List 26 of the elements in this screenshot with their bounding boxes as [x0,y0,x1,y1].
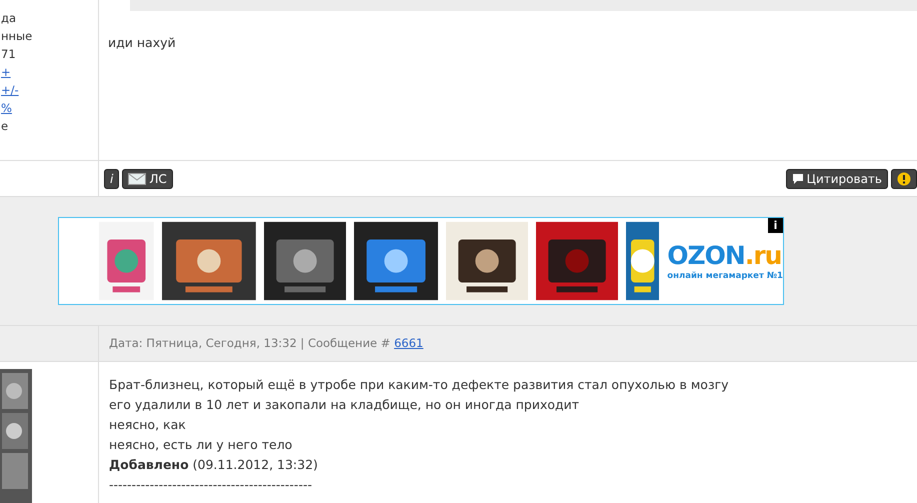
post-number-link[interactable]: 6661 [394,336,424,350]
envelope-icon [128,172,146,184]
profile-text: е [1,119,8,133]
speech-bubble-icon [792,172,804,184]
post-text: иди нахуй [108,35,177,50]
profile-text: да [1,11,16,25]
post-line: неясно, есть ли у него тело [109,437,294,452]
separator-line: --------------------------------------------- [109,477,313,492]
logo-text: OZON.ru [667,241,782,271]
profile-link[interactable]: + [1,65,11,79]
ad-info-badge[interactable]: i [768,218,783,233]
message-button[interactable]: ЛС [122,168,173,188]
profile-text: 71 [1,47,16,61]
profile-link[interactable]: +/- [1,83,19,97]
report-button[interactable] [891,168,917,188]
profile-link[interactable]: % [1,101,12,115]
profile-text: нные [1,29,32,43]
added-note: Добавлено (09.11.2012, 13:32) [109,457,319,472]
quote-button[interactable]: Цитировать [786,168,888,188]
post-line: его удалили в 10 лет и закопали на кладбище, но он иногда приходит [109,397,580,412]
post-line: неясно, как [109,417,187,432]
warning-icon [897,172,911,186]
ad-tagline: онлайн мегамаркет №1 [667,271,783,281]
post-line: Брат-близнец, который ещё в утробе при каким-то дефекте развития стал опухолью в мозгу [109,377,730,392]
info-button[interactable]: i [104,168,120,188]
post-meta: Дата: Пятница, Сегодня, 13:32 | Сообщение # 6661 [109,336,424,350]
